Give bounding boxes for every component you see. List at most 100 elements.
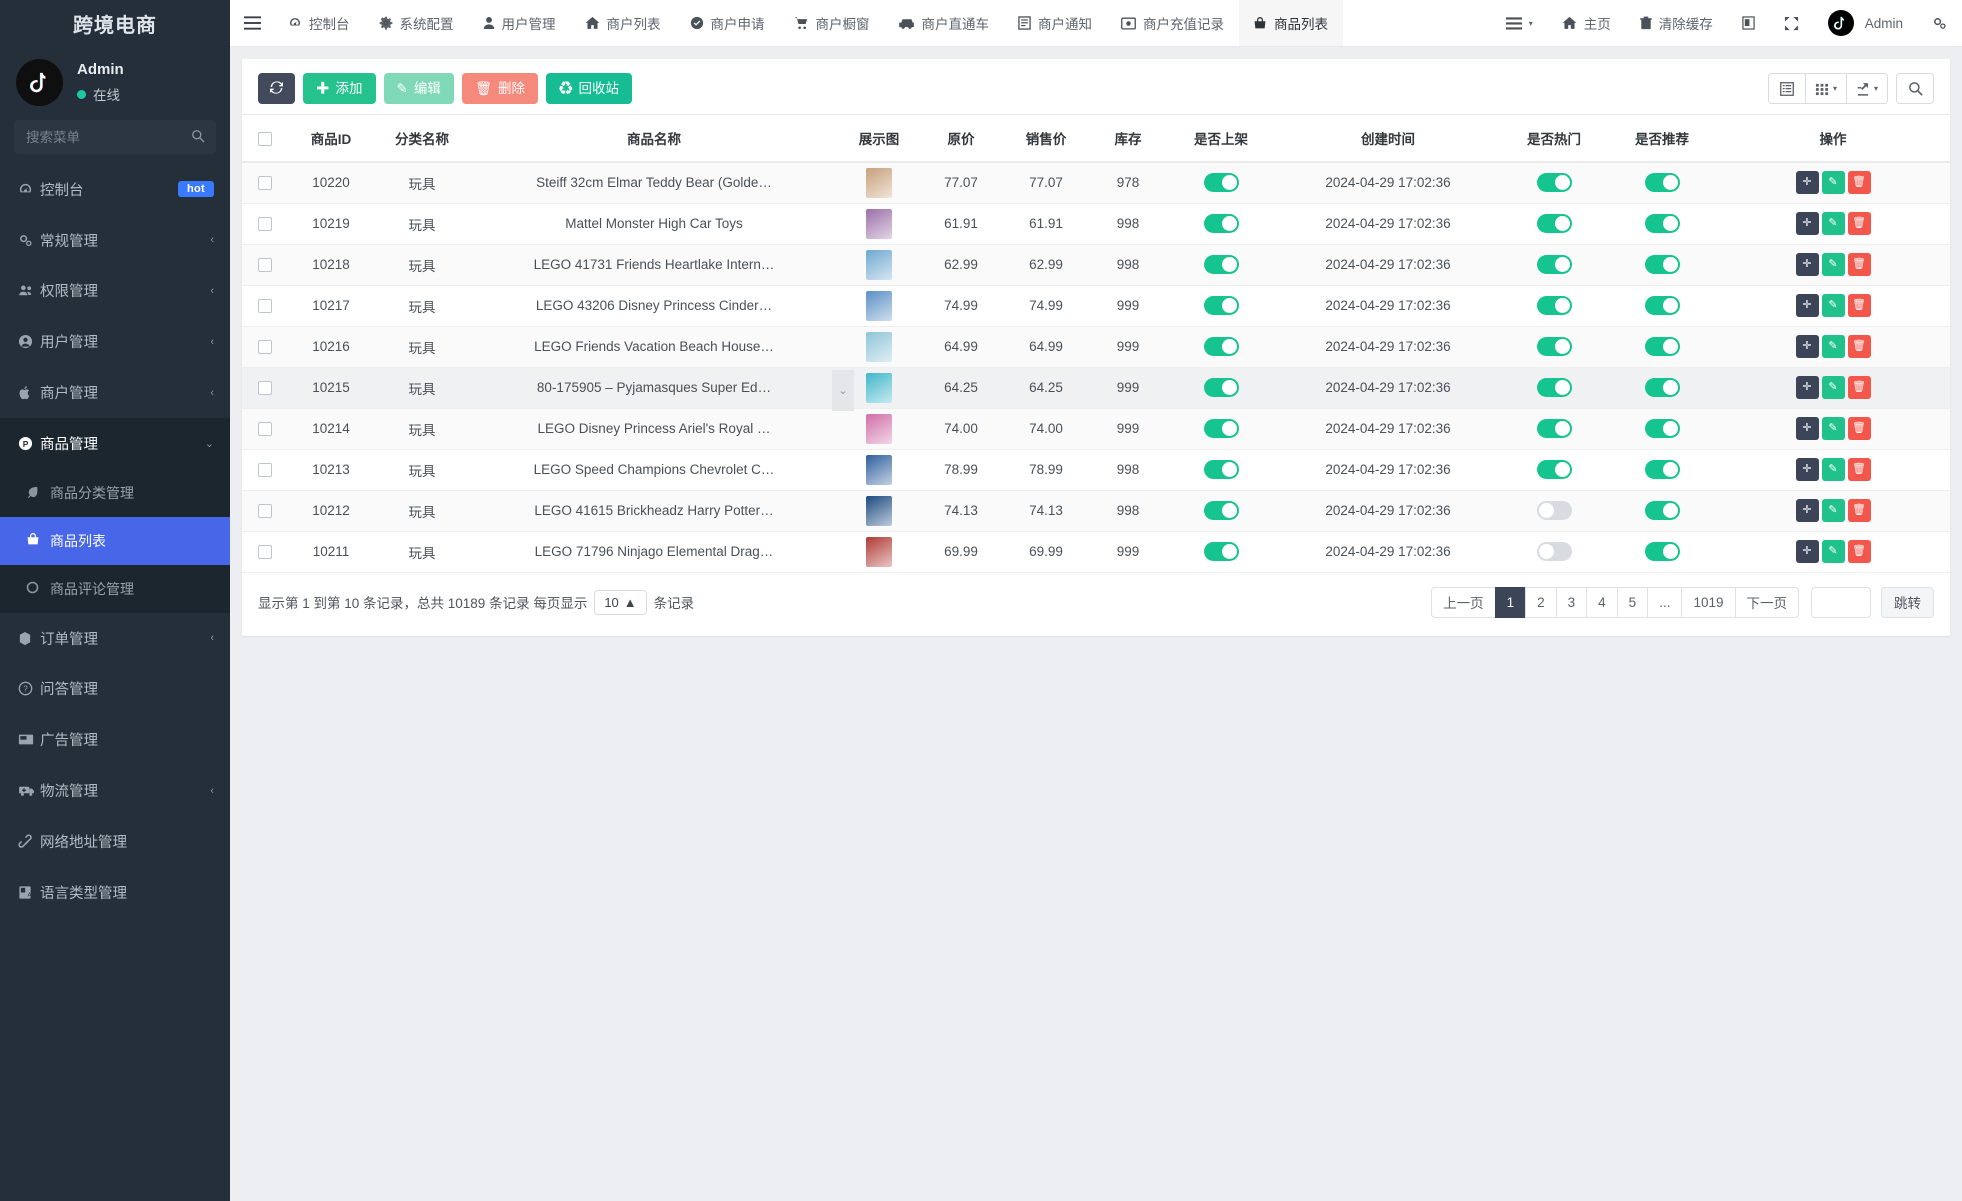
col-product-id[interactable]: 商品ID — [288, 114, 374, 163]
pencil-icon[interactable]: ✎ — [1821, 171, 1845, 195]
tab-system-config[interactable]: 系统配置 — [365, 0, 469, 46]
col-stock[interactable]: 库存 — [1090, 114, 1166, 163]
pagination-page-4[interactable]: 4 — [1586, 586, 1618, 618]
page-size-select[interactable]: 10 ▲ — [594, 589, 647, 615]
trash-icon[interactable]: 🗑 — [1847, 376, 1871, 399]
table-row[interactable]: 10211 玩具 LEGO 71796 Ninjago Elemental Drag… — [242, 531, 1950, 573]
delete-button[interactable]: 🗑 删除 — [461, 73, 538, 104]
is-recommend-toggle[interactable] — [1644, 255, 1680, 274]
product-thumbnail[interactable] — [866, 249, 892, 280]
topbar-settings-button[interactable] — [1918, 0, 1962, 46]
is-recommend-toggle[interactable] — [1644, 542, 1680, 561]
tab-merchant-notice[interactable]: 商户通知 — [1004, 0, 1107, 46]
pagination-next[interactable]: 下一页 — [1734, 586, 1799, 618]
col-original-price[interactable]: 原价 — [920, 114, 1002, 163]
move-icon[interactable]: ✛ — [1795, 499, 1819, 522]
table-row[interactable]: 10215 玩具 80-175905 – Pyjamasques Super Ed…… — [242, 367, 1950, 411]
pencil-icon[interactable]: ✎ — [1821, 335, 1845, 358]
on-shelf-toggle[interactable] — [1203, 501, 1239, 520]
col-product-name[interactable]: 商品名称 — [470, 114, 838, 163]
row-checkbox[interactable] — [258, 422, 272, 437]
columns-toggle-button[interactable] — [1767, 73, 1806, 104]
trash-icon[interactable]: 🗑 — [1847, 253, 1871, 276]
sidebar-item-network-address[interactable]: 网络地址管理 — [0, 816, 230, 867]
search-box[interactable] — [14, 120, 216, 154]
product-thumbnail[interactable] — [866, 167, 892, 198]
is-hot-toggle[interactable] — [1536, 501, 1572, 520]
row-checkbox[interactable] — [258, 176, 272, 191]
trash-icon[interactable]: 🗑 — [1847, 417, 1871, 440]
sidebar-item-qa[interactable]: ? 问答管理 — [0, 664, 230, 715]
add-button[interactable]: ✚ 添加 — [303, 73, 376, 104]
product-thumbnail[interactable] — [866, 495, 892, 526]
pagination-jump-input[interactable] — [1811, 586, 1871, 618]
is-recommend-toggle[interactable] — [1644, 296, 1680, 315]
product-thumbnail[interactable] — [866, 208, 892, 239]
is-hot-toggle[interactable] — [1536, 255, 1572, 274]
product-thumbnail[interactable] — [866, 413, 892, 444]
user-profile[interactable]: Admin 在线 — [0, 47, 230, 120]
sidebar-item-permission[interactable]: 权限管理 ‹ — [0, 266, 230, 317]
on-shelf-toggle[interactable] — [1203, 542, 1239, 561]
product-thumbnail[interactable] — [866, 454, 892, 485]
sidebar-item-general[interactable]: 常规管理 ‹ — [0, 215, 230, 266]
pagination-page-3[interactable]: 3 — [1555, 586, 1588, 618]
row-checkbox[interactable] — [258, 258, 272, 273]
row-checkbox[interactable] — [258, 217, 272, 232]
pencil-icon[interactable]: ✎ — [1821, 294, 1845, 317]
search-input[interactable] — [14, 120, 216, 154]
move-icon[interactable]: ✛ — [1795, 294, 1819, 317]
tab-merchant-recharge[interactable]: 商户充值记录 — [1107, 0, 1239, 46]
pagination-page-last[interactable]: 1019 — [1681, 586, 1736, 618]
row-checkbox[interactable] — [258, 504, 272, 519]
move-icon[interactable]: ✛ — [1795, 417, 1819, 440]
on-shelf-toggle[interactable] — [1203, 460, 1239, 479]
topbar-fullscreen-button[interactable] — [1770, 0, 1814, 46]
table-row[interactable]: 10219 玩具 Mattel Monster High Car Toys 61.91… — [242, 203, 1950, 245]
tab-product-list[interactable]: 商品列表 — [1239, 0, 1343, 46]
pencil-icon[interactable]: ✎ — [1821, 212, 1845, 235]
on-shelf-toggle[interactable] — [1203, 214, 1239, 233]
topbar-home-button[interactable]: 主页 — [1548, 0, 1626, 46]
col-thumbnail[interactable]: 展示图 — [838, 114, 920, 163]
move-icon[interactable]: ✛ — [1795, 212, 1819, 235]
pagination-jump-button[interactable]: 跳转 — [1881, 586, 1934, 618]
table-row[interactable]: 10213 玩具 LEGO Speed Champions Chevrolet C…… — [242, 449, 1950, 491]
is-hot-toggle[interactable] — [1536, 419, 1572, 438]
move-icon[interactable]: ✛ — [1795, 458, 1819, 481]
pencil-icon[interactable]: ✎ — [1821, 499, 1845, 522]
menu-icon[interactable] — [230, 0, 274, 46]
on-shelf-toggle[interactable] — [1203, 378, 1239, 397]
trash-icon[interactable]: 🗑 — [1847, 499, 1871, 522]
row-checkbox[interactable] — [258, 299, 272, 314]
on-shelf-toggle[interactable] — [1203, 296, 1239, 315]
move-icon[interactable]: ✛ — [1795, 335, 1819, 358]
tab-merchant-express[interactable]: 商户直通车 — [885, 0, 1005, 46]
is-recommend-toggle[interactable] — [1644, 501, 1680, 520]
is-hot-toggle[interactable] — [1536, 378, 1572, 397]
trash-icon[interactable]: 🗑 — [1847, 294, 1871, 317]
trash-icon[interactable]: 🗑 — [1847, 540, 1871, 563]
sidebar-item-dashboard[interactable]: 控制台 hot — [0, 164, 230, 215]
row-checkbox[interactable] — [258, 381, 272, 396]
col-is-recommend[interactable]: 是否推荐 — [1608, 114, 1716, 163]
sidebar-item-user[interactable]: 用户管理 ‹ — [0, 316, 230, 367]
trash-icon[interactable]: 🗑 — [1847, 458, 1871, 481]
tab-merchant-window[interactable]: 商户橱窗 — [780, 0, 885, 46]
edit-button[interactable]: ✎ 编辑 — [383, 73, 454, 104]
on-shelf-toggle[interactable] — [1203, 337, 1239, 356]
move-icon[interactable]: ✛ — [1795, 540, 1819, 563]
table-row[interactable]: 10218 玩具 LEGO 41731 Friends Heartlake Inte… — [242, 244, 1950, 286]
grid-toggle-button[interactable]: ▾ — [1805, 73, 1847, 104]
refresh-button[interactable] — [258, 73, 295, 104]
on-shelf-toggle[interactable] — [1203, 419, 1239, 438]
row-checkbox[interactable] — [258, 463, 272, 478]
row-checkbox[interactable] — [258, 340, 272, 355]
move-icon[interactable]: ✛ — [1795, 171, 1819, 195]
product-thumbnail[interactable] — [866, 290, 892, 321]
col-is-hot[interactable]: 是否热门 — [1500, 114, 1608, 163]
on-shelf-toggle[interactable] — [1203, 255, 1239, 274]
row-checkbox[interactable] — [258, 545, 272, 560]
sidebar-item-product-comment[interactable]: 商品评论管理 — [0, 565, 230, 613]
select-all-checkbox[interactable] — [258, 131, 272, 146]
